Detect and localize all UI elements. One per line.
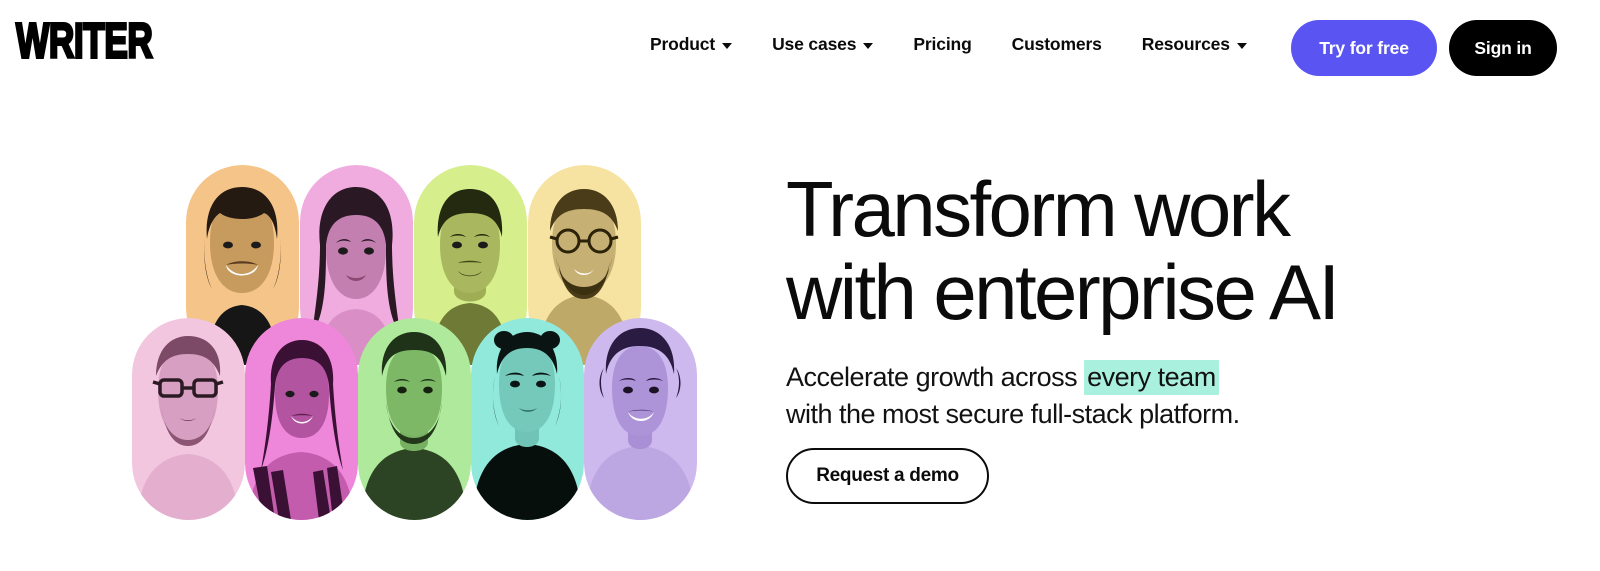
nav-item-use-cases[interactable]: Use cases <box>772 34 874 55</box>
nav-label-product: Product <box>650 34 716 54</box>
nav-label-customers: Customers <box>1011 34 1102 54</box>
hero-portrait-collage <box>120 150 720 550</box>
subhead-text-before: Accelerate growth across <box>786 362 1085 393</box>
portrait-pill-front-2 <box>245 318 358 520</box>
subhead-line-2: with the most secure full-stack platform… <box>786 399 1240 430</box>
nav-item-pricing[interactable]: Pricing <box>913 34 971 55</box>
page-title: Transform work with enterprise AI <box>786 168 1486 333</box>
portrait-woman-buns-cyan <box>473 331 581 520</box>
subhead-highlight: every team <box>1084 360 1219 396</box>
headline-line-2: with enterprise AI <box>786 247 1340 336</box>
nav-item-customers[interactable]: Customers <box>1012 34 1102 55</box>
nav-label-pricing: Pricing <box>913 34 972 54</box>
chevron-down-icon <box>863 43 874 49</box>
try-for-free-button[interactable]: Try for free <box>1291 20 1437 76</box>
nav-item-product[interactable]: Product <box>650 34 733 55</box>
hero-content: Transform work with enterprise AI Acceler… <box>786 168 1486 504</box>
sign-in-button[interactable]: Sign in <box>1449 20 1557 76</box>
main-navigation: Product Use cases Pricing Customers Reso… <box>650 34 1247 55</box>
portrait-pill-front-5 <box>584 318 697 520</box>
nav-item-resources[interactable]: Resources <box>1142 34 1247 55</box>
request-a-demo-button[interactable]: Request a demo <box>786 448 989 504</box>
hero-subheading: Accelerate growth across every team with … <box>786 359 1486 432</box>
portrait-pill-front-4 <box>471 318 584 520</box>
headline-line-1: Transform work <box>786 165 1291 253</box>
portrait-pill-front-1 <box>132 318 245 520</box>
portrait-bearded-man-green <box>362 332 466 520</box>
chevron-down-icon <box>1236 43 1247 49</box>
portrait-smiling-woman-lavender <box>586 328 694 520</box>
site-header: WRITER Product Use cases Pricing Custome… <box>0 0 1600 96</box>
nav-label-resources: Resources <box>1141 34 1230 54</box>
nav-label-use-cases: Use cases <box>772 34 857 54</box>
portrait-pill-front-3 <box>358 318 471 520</box>
portrait-man-glasses-beard-pink <box>138 336 238 520</box>
portrait-woman-braids-magenta <box>249 340 353 520</box>
writer-logo[interactable]: WRITER <box>15 15 154 67</box>
landing-page: WRITER Product Use cases Pricing Custome… <box>0 0 1600 571</box>
chevron-down-icon <box>722 43 733 49</box>
